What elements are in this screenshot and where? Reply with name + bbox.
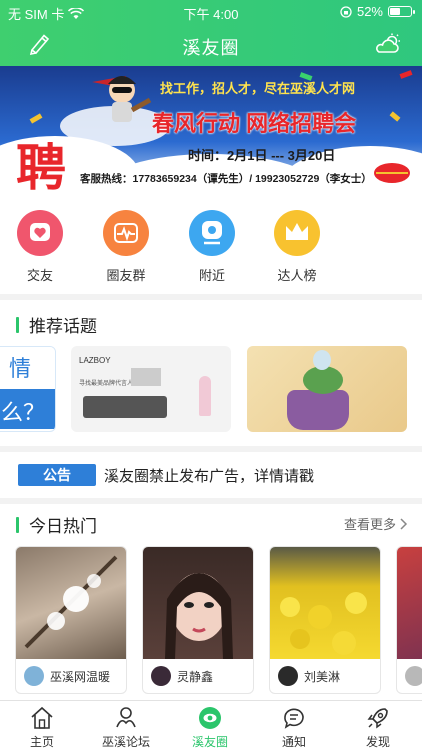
- view-more-label: 查看更多: [343, 517, 396, 532]
- confetti: [29, 113, 43, 124]
- figurine: [313, 350, 331, 370]
- tab-forum[interactable]: 巫溪论坛: [84, 705, 168, 750]
- eye-icon: [199, 707, 221, 729]
- banner-headline: 春风行动 网络招聘会: [152, 111, 357, 136]
- section-title-text: 推荐话题: [29, 317, 97, 336]
- page-title: 溪友圈: [182, 38, 240, 58]
- orientation-lock-icon: [340, 5, 352, 18]
- sofa-image: [83, 396, 167, 418]
- model-figure: [199, 376, 211, 416]
- post-image: [397, 547, 422, 659]
- avatar: [24, 666, 44, 686]
- banner-date: 时间：2月1日 --- 3月20日: [188, 148, 336, 163]
- quick-entry-label: 圈友群: [106, 268, 146, 283]
- hot-post-card[interactable]: 灵静鑫: [142, 546, 254, 694]
- hot-post-card[interactable]: [396, 546, 422, 694]
- topic-card[interactable]: 情 么？: [0, 346, 56, 432]
- post-author: 灵静鑫: [151, 666, 213, 686]
- section-title-bar: [16, 316, 19, 333]
- battery-icon: [388, 6, 415, 17]
- forum-icon: [116, 707, 136, 728]
- section-title: 今日热门: [16, 512, 97, 537]
- status-bar: 无 SIM 卡 下午 4:00 52%: [0, 0, 422, 22]
- topic-card[interactable]: LAZBOY 寻找最美品牌代言人: [71, 346, 231, 432]
- section-title-text: 今日热门: [29, 517, 97, 536]
- banner-character-illustration: [92, 76, 152, 122]
- home-icon: [31, 706, 53, 729]
- topic-card-text: 情: [0, 347, 55, 383]
- author-name: 刘美淋: [304, 669, 341, 684]
- weather-icon[interactable]: [374, 32, 402, 56]
- chevron-right-icon: [400, 517, 408, 530]
- today-hot-section: 今日热门 查看更多 巫溪网温暖 灵静鑫 刘美淋: [0, 504, 422, 700]
- wall-picture: [131, 368, 161, 386]
- post-image: [270, 547, 380, 659]
- tab-label: 巫溪论坛: [101, 735, 150, 749]
- notice-bar[interactable]: 公告 溪友圈禁止发布广告，详情请戳: [0, 452, 422, 498]
- crown-icon: [274, 210, 320, 256]
- quick-entry-label: 达人榜: [277, 268, 317, 283]
- topic-card-brand: LAZBOY: [79, 356, 111, 365]
- post-author: [405, 666, 422, 686]
- post-image: [16, 547, 126, 659]
- status-right: 52%: [340, 4, 415, 19]
- navbar: 溪友圈: [0, 24, 422, 64]
- quick-entry-friends[interactable]: 交友: [8, 210, 72, 284]
- battery-percent: 52%: [356, 4, 383, 19]
- tab-home[interactable]: 主页: [0, 705, 84, 750]
- section-title: 推荐话题: [16, 312, 97, 337]
- hot-post-card[interactable]: 刘美淋: [269, 546, 381, 694]
- tab-label: 发现: [365, 735, 390, 749]
- notice-tag: 公告: [18, 464, 96, 486]
- app-header: 无 SIM 卡 下午 4:00 52% 溪友圈: [0, 0, 422, 66]
- quick-entry-rankings[interactable]: 达人榜: [265, 210, 329, 284]
- topic-card-slogan: 寻找最美品牌代言人: [79, 381, 134, 387]
- author-name: 灵静鑫: [177, 669, 214, 684]
- heart-icon: [17, 210, 63, 256]
- banner-big-character: 聘: [16, 140, 66, 192]
- tab-label: 溪友圈: [191, 735, 228, 749]
- post-author: 刘美淋: [278, 666, 340, 686]
- tab-circle[interactable]: 溪友圈: [168, 705, 252, 750]
- tab-label: 主页: [29, 735, 54, 749]
- post-author: 巫溪网温暖: [24, 666, 110, 686]
- pulse-icon: [103, 210, 149, 256]
- quick-entry-groups[interactable]: 圈友群: [94, 210, 158, 284]
- post-image: [143, 547, 253, 659]
- plant-leaves: [303, 366, 343, 394]
- promo-banner[interactable]: 找工作，招人才，尽在巫溪人才网 春风行动 网络招聘会 时间：2月1日 --- 3…: [0, 66, 422, 192]
- author-name: 巫溪网温暖: [50, 669, 111, 684]
- quick-entry-section: 交友 圈友群 附近 达人榜: [0, 192, 422, 294]
- tab-label: 通知: [281, 735, 306, 749]
- confetti: [399, 70, 413, 79]
- chat-bubble-icon: [284, 708, 304, 729]
- tab-notifications[interactable]: 通知: [252, 705, 336, 750]
- lantern-decoration: [374, 163, 410, 183]
- location-icon: [189, 210, 235, 256]
- quick-entry-label: 附近: [198, 268, 225, 283]
- notice-text: 溪友圈禁止发布广告，详情请戳: [104, 468, 315, 485]
- recommended-topics-section: 推荐话题 情 么？ LAZBOY 寻找最美品牌代言人: [0, 300, 422, 446]
- banner-hotline: 客服热线：17783659234（谭先生）/ 19923052729（李女士）: [80, 173, 372, 185]
- topic-card-text: 么？: [0, 389, 55, 429]
- plant-pot: [287, 390, 349, 430]
- avatar: [151, 666, 171, 686]
- banner-tagline: 找工作，招人才，尽在巫溪人才网: [160, 81, 356, 96]
- confetti: [389, 111, 401, 122]
- topic-card[interactable]: [247, 346, 407, 432]
- quick-entry-label: 交友: [26, 268, 53, 283]
- bottom-tab-bar: 主页 巫溪论坛 溪友圈 通知 发现: [0, 700, 422, 750]
- rocket-icon: [367, 708, 388, 729]
- quick-entry-nearby[interactable]: 附近: [180, 210, 244, 284]
- tab-discover[interactable]: 发现: [336, 705, 420, 750]
- section-title-bar: [16, 516, 19, 533]
- view-more-link[interactable]: 查看更多: [344, 514, 408, 533]
- avatar: [405, 666, 422, 686]
- avatar: [278, 666, 298, 686]
- hot-post-card[interactable]: 巫溪网温暖: [15, 546, 127, 694]
